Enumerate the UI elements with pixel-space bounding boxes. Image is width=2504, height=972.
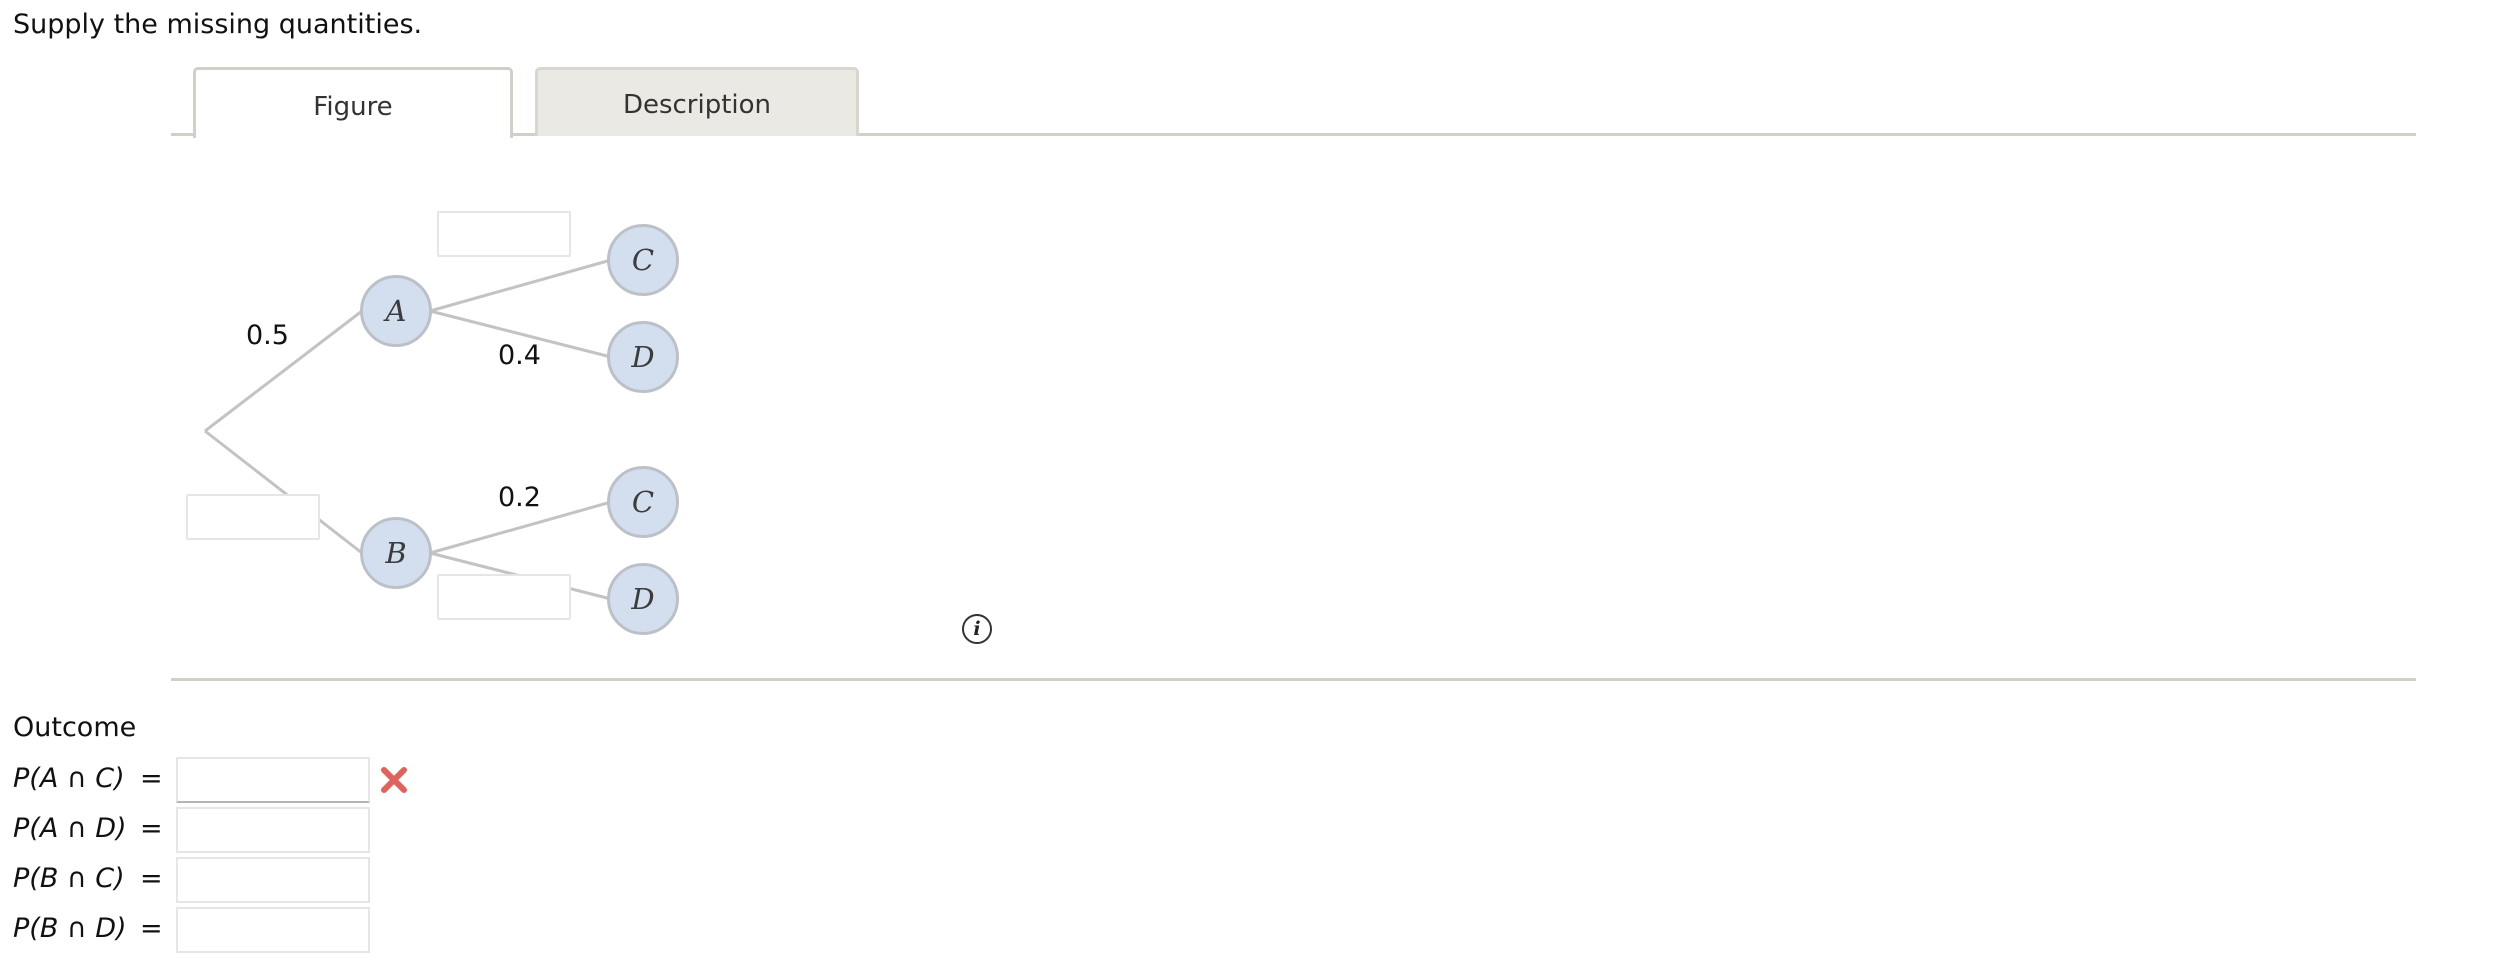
- outcome-label-b-c: P(B ∩ C): [13, 863, 125, 894]
- prob-b-c: 0.2: [498, 482, 541, 513]
- equals-sign: =: [140, 813, 163, 844]
- input-outcome-a-d[interactable]: [176, 807, 370, 853]
- info-icon[interactable]: i: [962, 614, 992, 644]
- tree-node-b: B: [360, 517, 432, 589]
- tree-node-a-d: D: [607, 321, 679, 393]
- outcome-label-b-d: P(B ∩ D): [13, 913, 127, 944]
- prob-root-a: 0.5: [246, 320, 289, 351]
- equals-sign: =: [140, 913, 163, 944]
- outcome-heading: Outcome: [13, 712, 137, 743]
- input-outcome-a-c[interactable]: [176, 757, 370, 803]
- input-prob-b-d[interactable]: [437, 574, 571, 620]
- input-outcome-b-d[interactable]: [176, 907, 370, 953]
- tab-figure[interactable]: Figure: [193, 67, 513, 138]
- outcome-label-a-d: P(A ∩ D): [13, 813, 127, 844]
- tree-node-a: A: [360, 275, 432, 347]
- tree-node-b-d: D: [607, 563, 679, 635]
- tree-diagram: [204, 258, 612, 601]
- tree-node-b-c: C: [607, 466, 679, 538]
- outcome-label-a-c: P(A ∩ C): [13, 763, 125, 794]
- equals-sign: =: [140, 863, 163, 894]
- input-outcome-b-c[interactable]: [176, 857, 370, 903]
- equals-sign: =: [140, 763, 163, 794]
- input-prob-a-c[interactable]: [437, 211, 571, 257]
- tree-node-a-c: C: [607, 224, 679, 296]
- question-page: Supply the missing quantities. Figure De…: [0, 0, 2504, 972]
- prob-a-d: 0.4: [498, 340, 541, 371]
- branch-a-c: [429, 258, 612, 313]
- tab-description[interactable]: Description: [535, 67, 859, 136]
- figure-panel-divider: [171, 678, 2416, 681]
- input-prob-root-b[interactable]: [186, 494, 320, 540]
- error-x-icon: [381, 767, 407, 793]
